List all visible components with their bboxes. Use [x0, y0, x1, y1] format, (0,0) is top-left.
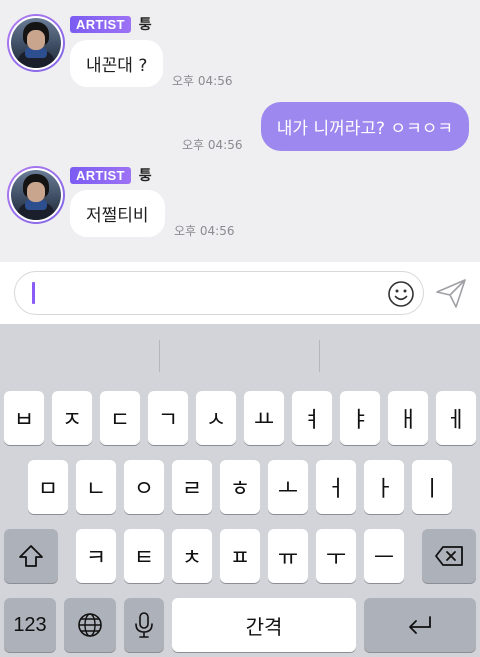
key-u[interactable]: ㅜ	[316, 529, 356, 583]
message-input[interactable]	[14, 271, 424, 315]
suggestion-divider	[159, 340, 160, 372]
suggestion-divider	[319, 340, 320, 372]
key-chieut[interactable]: ㅊ	[172, 529, 212, 583]
message-timestamp: 오후 04:56	[174, 224, 235, 238]
incoming-message-bubble[interactable]: 내꼰대 ?	[70, 40, 164, 87]
globe-icon[interactable]	[64, 598, 116, 652]
key-bieup[interactable]: ㅂ	[4, 391, 44, 445]
text-cursor	[32, 282, 35, 304]
backspace-icon[interactable]	[422, 529, 476, 583]
artist-avatar[interactable]	[7, 14, 65, 72]
return-arrow-icon[interactable]	[364, 598, 476, 652]
sender-row: ARTIST 퉁	[70, 165, 152, 185]
key-tieut[interactable]: ㅌ	[124, 529, 164, 583]
key-nieun[interactable]: ㄴ	[76, 460, 116, 514]
key-i[interactable]: ㅣ	[412, 460, 452, 514]
key-pieup[interactable]: ㅍ	[220, 529, 260, 583]
key-digeut[interactable]: ㄷ	[100, 391, 140, 445]
key-jieut[interactable]: ㅈ	[52, 391, 92, 445]
key-kieuk[interactable]: ㅋ	[76, 529, 116, 583]
key-siot[interactable]: ㅅ	[196, 391, 236, 445]
key-ae[interactable]: ㅐ	[388, 391, 428, 445]
smiley-icon[interactable]	[387, 280, 415, 308]
key-eu[interactable]: ㅡ	[364, 529, 404, 583]
artist-avatar[interactable]	[7, 166, 65, 224]
shift-arrow-icon[interactable]	[4, 529, 58, 583]
message-composer	[0, 262, 480, 324]
microphone-icon[interactable]	[124, 598, 164, 652]
chat-area: ARTIST 퉁 내꼰대 ? 오후 04:56 내가 니꺼라고? ㅇㅋㅇㅋ 오후…	[0, 0, 480, 262]
sender-name: 퉁	[138, 168, 152, 184]
artist-badge: ARTIST	[70, 166, 131, 184]
key-yu[interactable]: ㅠ	[268, 529, 308, 583]
key-a[interactable]: ㅏ	[364, 460, 404, 514]
message-timestamp: 오후 04:56	[172, 74, 233, 88]
key-yo[interactable]: ㅛ	[244, 391, 284, 445]
korean-keyboard: ㅂ ㅈ ㄷ ㄱ ㅅ ㅛ ㅕ ㅑ ㅐ ㅔ ㅁ ㄴ ㅇ ㄹ ㅎ ㅗ ㅓ ㅏ ㅣ ㅋ …	[0, 324, 480, 657]
paper-plane-icon[interactable]	[434, 276, 468, 310]
message-timestamp: 오후 04:56	[182, 138, 243, 152]
sender-name: 퉁	[138, 17, 152, 33]
key-e[interactable]: ㅔ	[436, 391, 476, 445]
key-yeo[interactable]: ㅕ	[292, 391, 332, 445]
key-ya[interactable]: ㅑ	[340, 391, 380, 445]
key-giyeok[interactable]: ㄱ	[148, 391, 188, 445]
key-ieung[interactable]: ㅇ	[124, 460, 164, 514]
key-hieut[interactable]: ㅎ	[220, 460, 260, 514]
outgoing-message-bubble[interactable]: 내가 니꺼라고? ㅇㅋㅇㅋ	[260, 102, 469, 151]
key-rieul[interactable]: ㄹ	[172, 460, 212, 514]
key-mieum[interactable]: ㅁ	[28, 460, 68, 514]
space-key[interactable]: 간격	[172, 598, 356, 652]
key-eo[interactable]: ㅓ	[316, 460, 356, 514]
incoming-message-bubble[interactable]: 저쩔티비	[70, 190, 165, 237]
key-o[interactable]: ㅗ	[268, 460, 308, 514]
artist-badge: ARTIST	[70, 15, 131, 33]
sender-row: ARTIST 퉁	[70, 14, 152, 34]
numbers-key[interactable]: 123	[4, 598, 56, 652]
